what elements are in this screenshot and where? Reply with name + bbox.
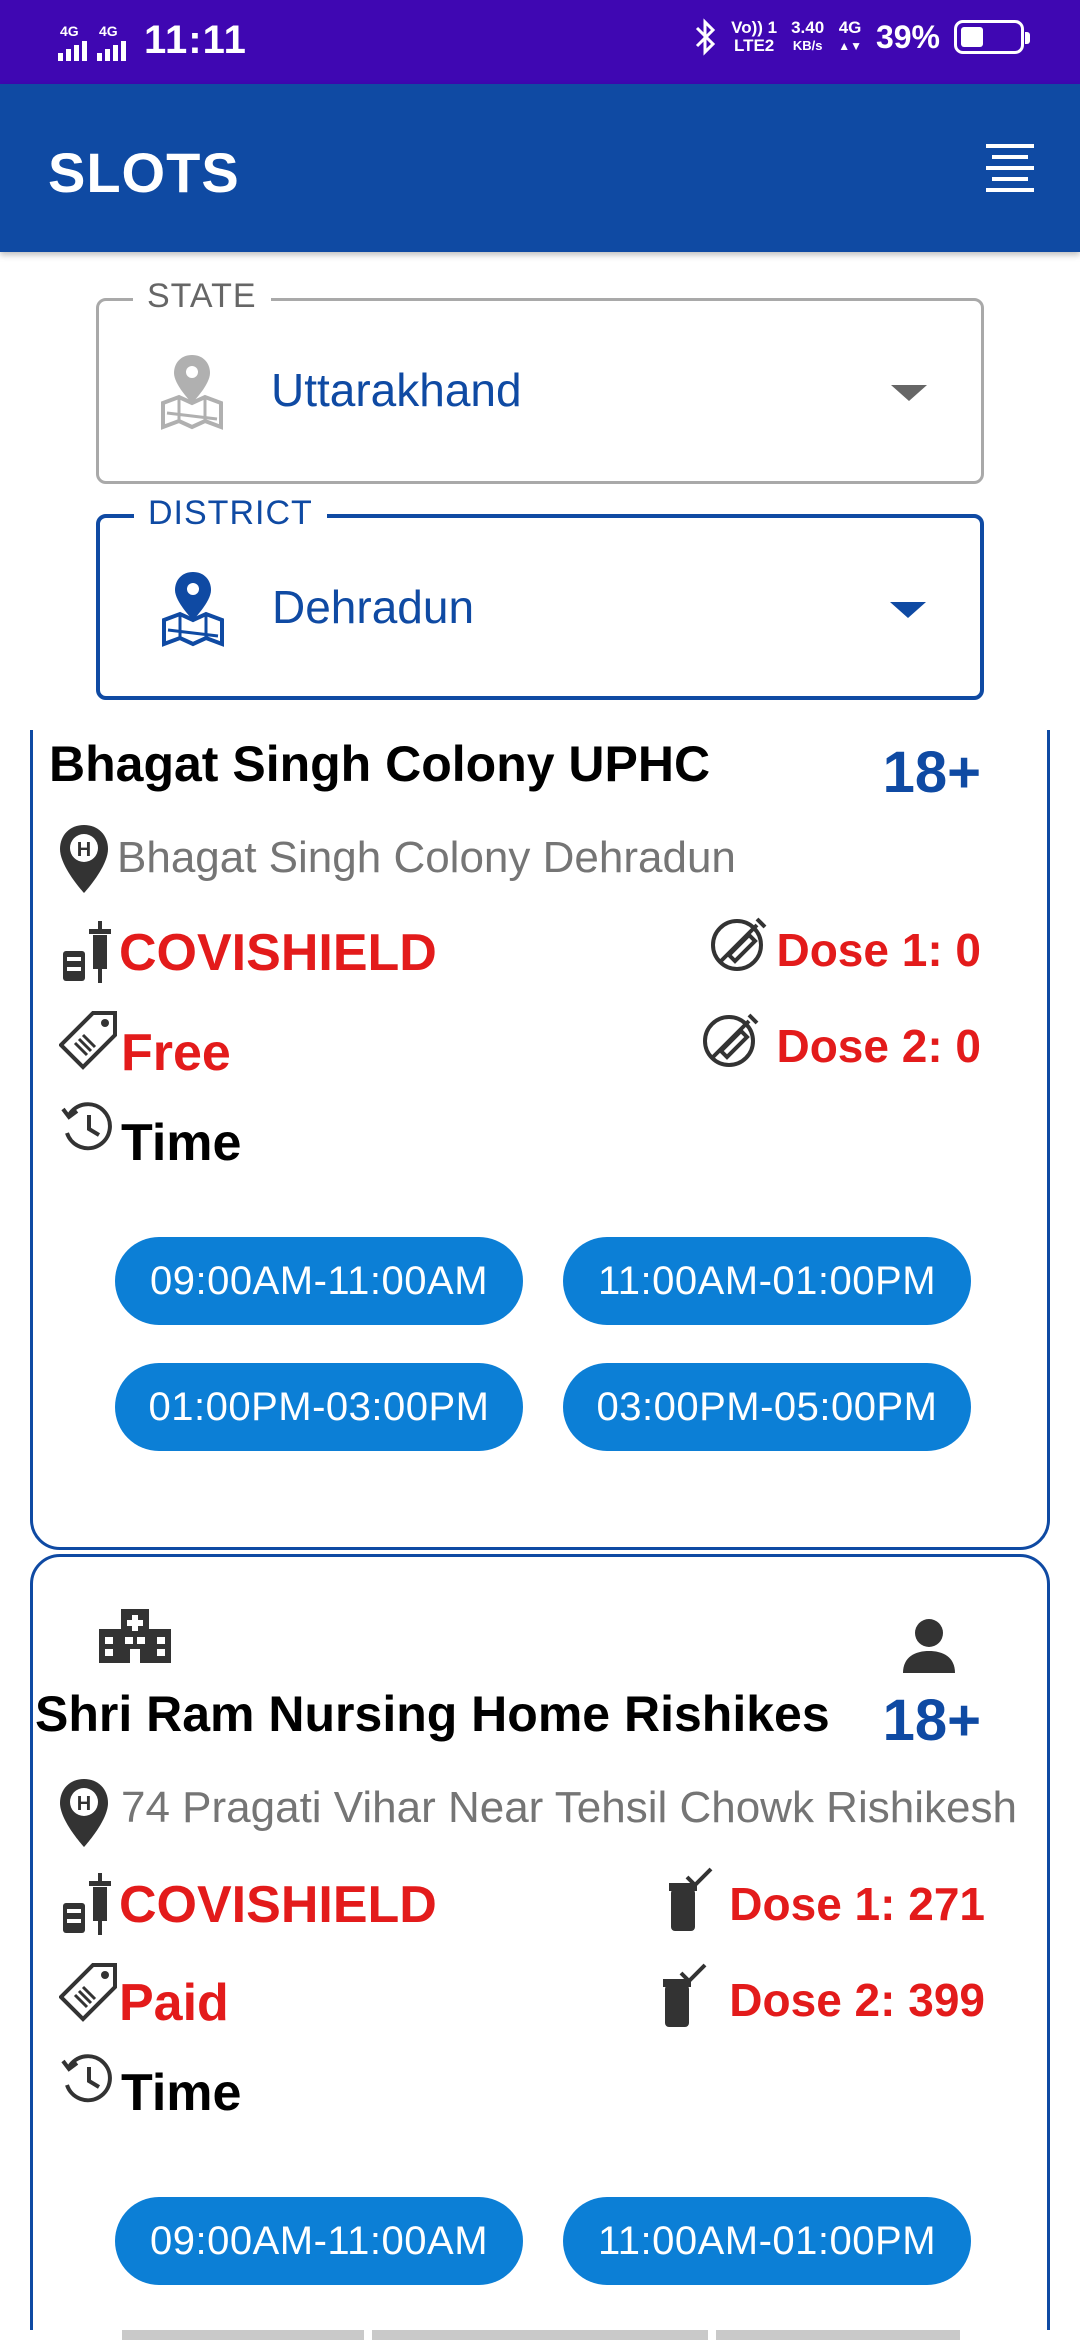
time-label: Time bbox=[121, 1114, 242, 1172]
district-label: DISTRICT bbox=[134, 494, 327, 533]
person-icon bbox=[903, 1619, 955, 1673]
price-tag-icon bbox=[59, 1011, 117, 1070]
slot-button[interactable]: 09:00AM-11:00AM bbox=[115, 1237, 523, 1325]
hospital-location-icon: H bbox=[60, 1779, 108, 1847]
chevron-down-icon bbox=[890, 602, 926, 618]
lte-label: LTE2 bbox=[733, 36, 775, 55]
status-bar: 4G 4G 11:11 Vo)) 1 LTE2 3.40 KB/s 4G ▲▼ … bbox=[0, 0, 1080, 84]
slot-button[interactable]: 11:00AM-01:00PM bbox=[563, 1237, 971, 1325]
dose1-count: Dose 1: 0 bbox=[776, 924, 981, 976]
net-type-label: 4G bbox=[838, 18, 862, 37]
slot-button[interactable]: 11:00AM-01:00PM bbox=[563, 2197, 971, 2285]
state-value: Uttarakhand bbox=[271, 364, 522, 416]
sim1-label: 4G bbox=[60, 22, 79, 39]
district-value: Dehradun bbox=[272, 581, 475, 633]
age-limit: 18+ bbox=[882, 740, 981, 805]
app-bar: SLOTS bbox=[0, 84, 1080, 252]
bluetooth-icon bbox=[696, 18, 716, 56]
time-label: Time bbox=[121, 2064, 242, 2122]
center-address: Bhagat Singh Colony Dehradun bbox=[117, 833, 736, 882]
vaccine-name: COVISHIELD bbox=[119, 924, 437, 982]
vial-check-icon bbox=[663, 1963, 707, 2027]
menu-icon[interactable] bbox=[980, 138, 1040, 198]
slot-button[interactable]: 01:00PM-03:00PM bbox=[115, 1363, 523, 1451]
scroll-indicator bbox=[0, 2330, 1080, 2340]
battery-percent: 39% bbox=[875, 18, 940, 55]
center-name: Shri Ram Nursing Home Rishikes bbox=[35, 1686, 830, 1742]
volte-indicator: Vo)) 1 LTE2 bbox=[731, 19, 777, 55]
slot-button[interactable]: 03:00PM-05:00PM bbox=[563, 1363, 971, 1451]
fee-type: Paid bbox=[119, 1974, 229, 2032]
state-dropdown[interactable]: STATE Uttarakhand bbox=[96, 277, 984, 484]
dose1-count: Dose 1: 271 bbox=[729, 1878, 985, 1930]
battery-icon bbox=[954, 20, 1030, 54]
battery-fill bbox=[961, 27, 983, 47]
vaccine-vials-icon bbox=[63, 1873, 111, 1935]
vaccine-vials-icon bbox=[63, 921, 111, 983]
svg-text:H: H bbox=[77, 839, 91, 861]
clock-history-icon bbox=[61, 1102, 112, 1151]
vaccine-name: COVISHIELD bbox=[119, 1876, 437, 1934]
signal-1-icon: 4G bbox=[58, 21, 87, 61]
volte-label: Vo)) 1 bbox=[731, 18, 778, 37]
sim2-label: 4G bbox=[99, 22, 118, 39]
status-time: 11:11 bbox=[144, 18, 247, 62]
center-address: 74 Pragati Vihar Near Tehsil Chowk Rishi… bbox=[121, 1783, 1017, 1832]
net-speed: 3.40 KB/s bbox=[791, 19, 824, 55]
page-title: SLOTS bbox=[48, 141, 240, 204]
district-dropdown[interactable]: DISTRICT Dehradun bbox=[96, 494, 984, 700]
net-speed-unit: KB/s bbox=[792, 38, 823, 53]
dose2-count: Dose 2: 399 bbox=[729, 1974, 985, 2026]
fee-type: Free bbox=[121, 1024, 231, 1082]
centers-list[interactable]: Bhagat Singh Colony UPHC 18+ H Bhagat Si… bbox=[0, 730, 1080, 2330]
age-limit: 18+ bbox=[882, 1688, 981, 1753]
slot-button[interactable]: 09:00AM-11:00AM bbox=[115, 2197, 523, 2285]
signal-2-icon: 4G bbox=[97, 21, 126, 61]
syringe-crossed-icon bbox=[711, 917, 767, 971]
vial-check-icon bbox=[669, 1867, 713, 1931]
map-pin-icon bbox=[162, 572, 224, 647]
hospital-location-icon: H bbox=[60, 825, 108, 893]
center-name: Bhagat Singh Colony UPHC bbox=[49, 736, 711, 792]
net-speed-value: 3.40 bbox=[791, 18, 825, 37]
map-pin-icon bbox=[161, 355, 223, 430]
center-card[interactable]: Shri Ram Nursing Home Rishikes 18+ H 74 … bbox=[30, 1554, 1050, 2330]
data-network-icon: 4G ▲▼ bbox=[838, 18, 862, 54]
clock-history-icon bbox=[61, 2054, 112, 2103]
dose2-count: Dose 2: 0 bbox=[776, 1020, 981, 1072]
price-tag-icon bbox=[59, 1963, 117, 2022]
svg-text:H: H bbox=[77, 1793, 91, 1815]
state-label: STATE bbox=[133, 277, 271, 316]
syringe-crossed-icon bbox=[703, 1013, 759, 1067]
center-card[interactable]: Bhagat Singh Colony UPHC 18+ H Bhagat Si… bbox=[30, 730, 1050, 1550]
chevron-down-icon bbox=[891, 385, 927, 401]
status-right: Vo)) 1 LTE2 3.40 KB/s 4G ▲▼ 39% bbox=[693, 18, 1030, 56]
hospital-building-icon bbox=[99, 1609, 171, 1663]
status-left: 4G 4G 11:11 bbox=[58, 18, 247, 63]
